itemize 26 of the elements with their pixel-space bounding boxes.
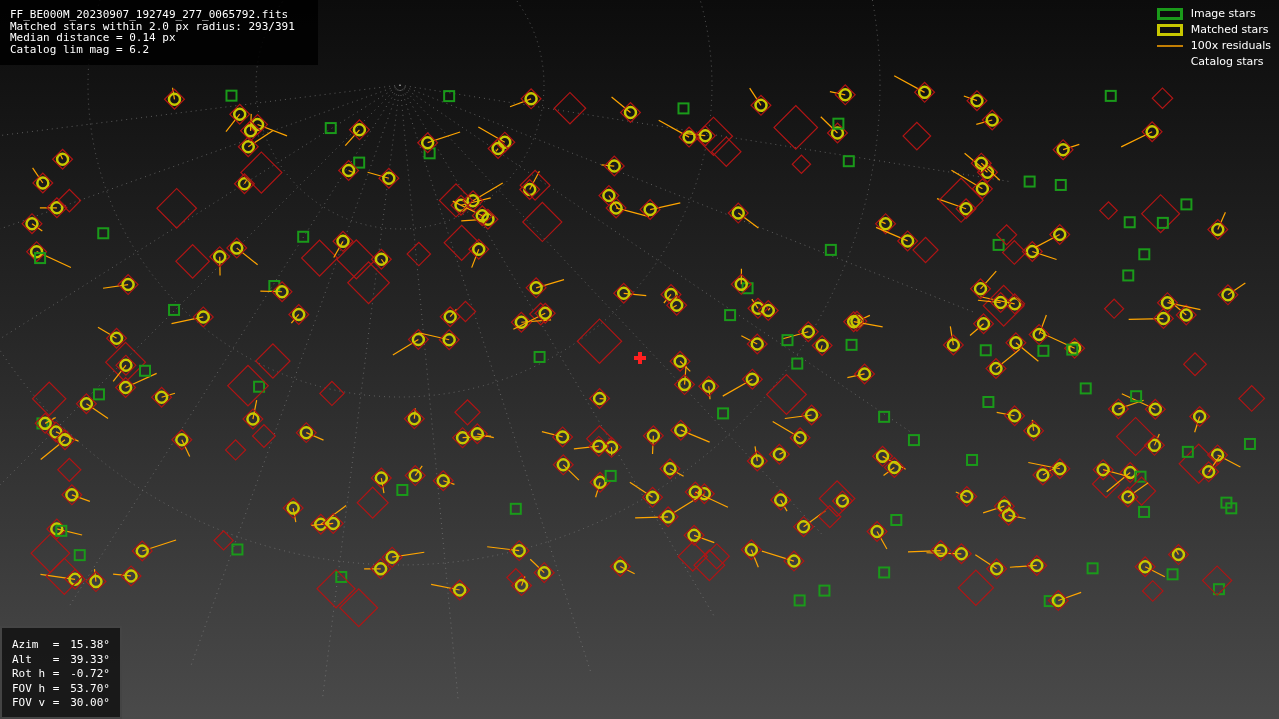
info-line: FF_BE000M_20230907_192749_277_0065792.fits [10,9,290,21]
equals-sign: = [52,652,61,668]
info-line: Catalog lim mag = 6.2 [10,44,151,56]
equals-sign: = [52,638,61,653]
pointing-label: FOV h [12,681,47,697]
info-line: Matched stars within 2.0 px radius: 293/391 [10,20,296,33]
pointing-label: Azim [12,638,40,653]
pointing-value: 53.70° [69,681,110,697]
info-line: Median distance = 0.14 px [10,32,176,45]
square-swatch-icon [1156,24,1183,36]
pointing-label: Rot h [12,667,47,682]
equals-sign: = [52,681,61,697]
pointing-value: -0.72° [69,667,110,682]
center-cross-icon [634,352,646,364]
pointing-value: 15.38° [69,638,110,653]
legend-label: Catalog stars [1190,53,1264,70]
pointing-label: FOV v [12,696,47,711]
equals-sign: = [52,667,61,682]
square-swatch-icon [1156,8,1183,20]
pointing-label: Alt [12,652,33,668]
pointing-value: 39.33° [69,652,110,668]
equals-sign: = [52,696,61,711]
pointing-value: 30.00° [69,696,110,711]
legend-label: 100x residuals [1190,37,1271,54]
legend-label: Image stars [1190,5,1256,22]
legend-label: Matched stars [1190,21,1269,38]
